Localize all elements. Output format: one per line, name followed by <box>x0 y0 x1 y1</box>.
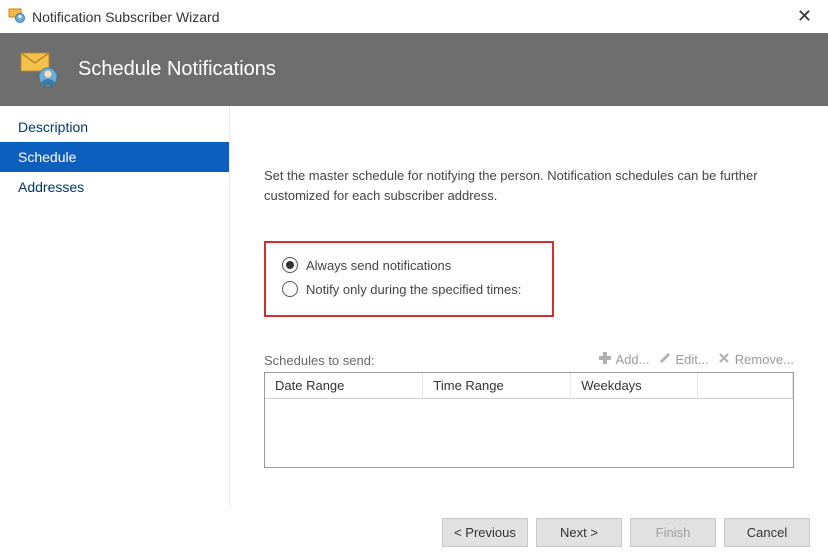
main-panel: Set the master schedule for notifying th… <box>230 106 828 506</box>
sidebar-item-label: Description <box>18 119 88 135</box>
remove-button[interactable]: Remove... <box>717 351 794 368</box>
x-icon <box>717 351 731 368</box>
action-label: Add... <box>616 352 650 367</box>
col-weekdays[interactable]: Weekdays <box>571 373 698 398</box>
plus-icon <box>598 351 612 368</box>
table-header: Date Range Time Range Weekdays <box>265 373 793 399</box>
edit-button[interactable]: Edit... <box>658 351 709 368</box>
finish-button: Finish <box>630 518 716 547</box>
col-time-range[interactable]: Time Range <box>423 373 571 398</box>
titlebar-left: Notification Subscriber Wizard <box>8 6 220 27</box>
schedules-header-row: Schedules to send: Add... Edit... <box>264 351 794 368</box>
wizard-body: Description Schedule Addresses Set the m… <box>0 106 828 506</box>
action-label: Edit... <box>676 352 709 367</box>
action-label: Remove... <box>735 352 794 367</box>
col-date-range[interactable]: Date Range <box>265 373 423 398</box>
add-button[interactable]: Add... <box>598 351 650 368</box>
radio-always-send[interactable]: Always send notifications <box>282 253 536 277</box>
cancel-button[interactable]: Cancel <box>724 518 810 547</box>
previous-button[interactable]: < Previous <box>442 518 528 547</box>
radio-icon <box>282 257 298 273</box>
radio-specified-times[interactable]: Notify only during the specified times: <box>282 277 536 301</box>
page-title: Schedule Notifications <box>78 58 276 81</box>
notification-mode-group: Always send notifications Notify only du… <box>264 241 554 317</box>
sidebar-item-schedule[interactable]: Schedule <box>0 142 229 172</box>
schedules-actions: Add... Edit... Remove... <box>598 351 794 368</box>
app-icon <box>8 6 26 27</box>
sidebar-item-addresses[interactable]: Addresses <box>0 172 229 202</box>
radio-label: Notify only during the specified times: <box>306 282 521 297</box>
wizard-header: Schedule Notifications <box>0 33 828 106</box>
schedule-description: Set the master schedule for notifying th… <box>264 166 794 205</box>
titlebar: Notification Subscriber Wizard ✕ <box>0 0 828 33</box>
header-icon <box>18 47 60 92</box>
radio-icon <box>282 281 298 297</box>
sidebar: Description Schedule Addresses <box>0 106 230 506</box>
sidebar-item-description[interactable]: Description <box>0 112 229 142</box>
pencil-icon <box>658 351 672 368</box>
sidebar-item-label: Addresses <box>18 179 84 195</box>
window-title: Notification Subscriber Wizard <box>32 9 220 25</box>
sidebar-item-label: Schedule <box>18 149 76 165</box>
wizard-footer: < Previous Next > Finish Cancel <box>0 506 828 559</box>
close-button[interactable]: ✕ <box>791 6 818 27</box>
col-spacer <box>698 373 793 398</box>
next-button[interactable]: Next > <box>536 518 622 547</box>
table-body <box>265 399 793 467</box>
schedules-table: Date Range Time Range Weekdays <box>264 372 794 468</box>
radio-label: Always send notifications <box>306 258 451 273</box>
schedules-label: Schedules to send: <box>264 353 375 368</box>
